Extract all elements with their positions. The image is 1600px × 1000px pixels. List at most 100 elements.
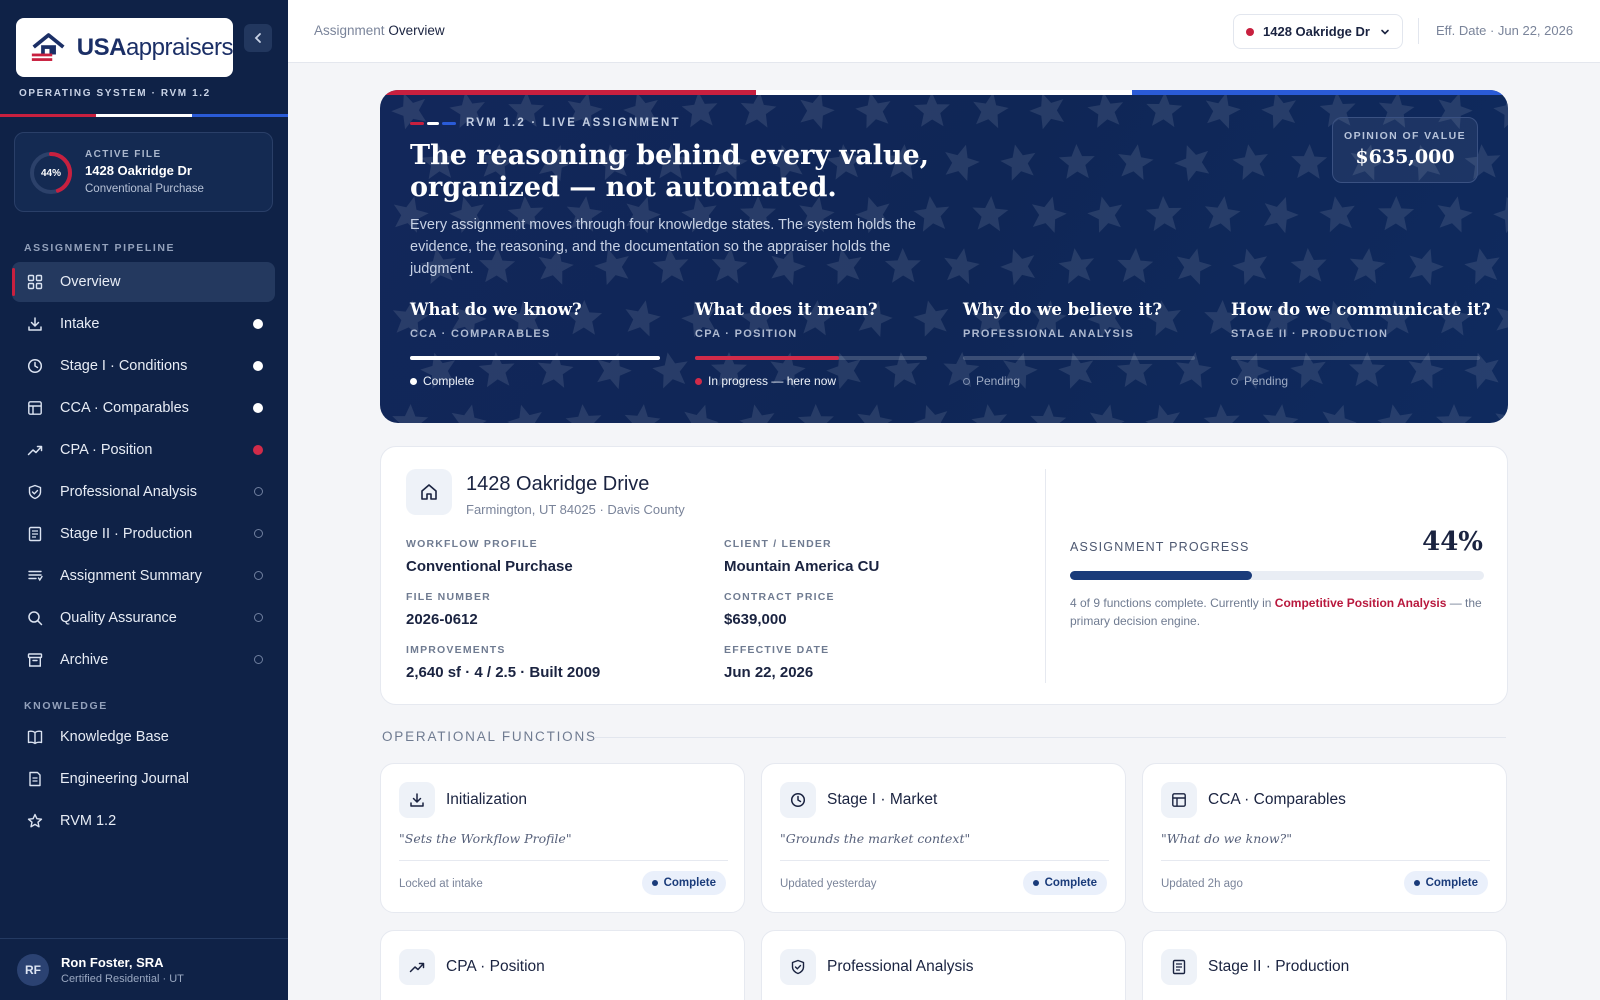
document-icon: [1161, 949, 1197, 985]
function-card-professional-analysis[interactable]: Professional Analysis: [761, 930, 1126, 1000]
active-file-subtitle: Conventional Purchase: [85, 183, 204, 195]
function-card-cca-comparables[interactable]: CCA · Comparables "What do we know?" Upda…: [1142, 763, 1507, 913]
trend-icon: [26, 441, 44, 459]
sidebar-item-label: CPA · Position: [60, 442, 153, 458]
knowledge-stage[interactable]: Why do we believe it? PROFESSIONAL ANALY…: [963, 300, 1195, 388]
property-field: FILE NUMBER 2026-0612: [406, 591, 491, 628]
active-file-eyebrow: ACTIVE FILE: [85, 149, 162, 160]
property-field: CLIENT / LENDER Mountain America CU: [724, 538, 879, 575]
chevron-down-icon: [1381, 29, 1389, 35]
download-icon: [399, 782, 435, 818]
sidebar-item-intake[interactable]: Intake: [12, 304, 275, 344]
stage-status: Pending: [1231, 374, 1480, 388]
divider: [1045, 469, 1046, 683]
status-dot-pending: [254, 613, 263, 622]
stage-subtitle: CPA · POSITION: [695, 328, 798, 340]
property-field: CONTRACT PRICE $639,000: [724, 591, 835, 628]
effective-date: Eff. Date · Jun 22, 2026: [1436, 23, 1574, 38]
sidebar-item-overview[interactable]: Overview: [12, 262, 275, 302]
divider: [594, 737, 1506, 738]
list-icon: [26, 567, 44, 585]
function-card-cpa-position[interactable]: CPA · Position: [380, 930, 745, 1000]
star-icon: [26, 812, 44, 830]
hero-title: The reasoning behind every value, organi…: [410, 140, 930, 203]
opinion-of-value-amount: $635,000: [1355, 146, 1455, 168]
function-meta: Updated 2h ago: [1161, 878, 1243, 890]
shield-icon: [780, 949, 816, 985]
sidebar-item-label: Quality Assurance: [60, 610, 177, 626]
top-bar: Assignment Overview 1428 Oakridge Dr Eff…: [288, 0, 1600, 63]
function-title: Stage I · Market: [827, 791, 938, 808]
function-card-stage-i-market[interactable]: Stage I · Market "Grounds the market cont…: [761, 763, 1126, 913]
function-card-initialization[interactable]: Initialization "Sets the Workflow Profile…: [380, 763, 745, 913]
field-label: CLIENT / LENDER: [724, 538, 832, 550]
breadcrumb-parent[interactable]: Assignment: [314, 23, 385, 38]
user-role: Certified Residential · UT: [61, 973, 184, 985]
journal-icon: [26, 770, 44, 788]
house-flag-logo-icon: [31, 32, 65, 61]
home-icon: [406, 469, 452, 515]
brand-logo[interactable]: USAappraisers: [16, 18, 234, 77]
user-profile[interactable]: RF Ron Foster, SRA Certified Residential…: [0, 938, 288, 1000]
stage-progress-bar: [410, 356, 660, 360]
sidebar-item-label: Archive: [60, 652, 109, 668]
active-file-card[interactable]: 44% ACTIVE FILE 1428 Oakridge Dr Convent…: [14, 132, 273, 212]
assignment-progress-fill: [1070, 571, 1253, 580]
sidebar-item-engineering-journal[interactable]: Engineering Journal: [12, 759, 275, 799]
assignment-progress-label: ASSIGNMENT PROGRESS: [1070, 540, 1250, 554]
sidebar-item-quality-assurance[interactable]: Quality Assurance: [12, 598, 275, 638]
status-dot-active: [253, 445, 263, 455]
knowledge-stage[interactable]: How do we communicate it? STAGE II · PRO…: [1231, 300, 1491, 388]
sidebar-item-assignment-summary[interactable]: Assignment Summary: [12, 556, 275, 596]
sidebar-item-rvm-1-2[interactable]: RVM 1.2: [12, 801, 275, 841]
sidebar-item-label: Stage II · Production: [60, 526, 193, 542]
logo-wordmark: USAappraisers: [76, 33, 234, 61]
status-dot-pending: [254, 655, 263, 664]
table-icon: [1161, 782, 1197, 818]
download-icon: [26, 315, 44, 333]
mini-flag-icon: [410, 121, 456, 125]
status-dot-done: [253, 361, 263, 371]
function-title: CCA · Comparables: [1208, 791, 1346, 808]
field-label: EFFECTIVE DATE: [724, 644, 830, 656]
assignment-progress-bar: [1070, 571, 1484, 580]
field-value: 2,640 sf · 4 / 2.5 · Built 2009: [406, 664, 601, 681]
knowledge-stage[interactable]: What do we know? CCA · COMPARABLES Compl…: [410, 300, 660, 388]
collapse-sidebar-button[interactable]: [244, 24, 272, 52]
sidebar-item-cpa-position[interactable]: CPA · Position: [12, 430, 275, 470]
field-value: 2026-0612: [406, 611, 478, 628]
stage-subtitle: PROFESSIONAL ANALYSIS: [963, 328, 1135, 340]
field-value: Mountain America CU: [724, 558, 880, 575]
sidebar: USAappraisers OPERATING SYSTEM · RVM 1.2…: [0, 0, 288, 1000]
property-field: WORKFLOW PROFILE Conventional Purchase: [406, 538, 573, 575]
sidebar-item-label: Assignment Summary: [60, 568, 202, 584]
function-card-stage-ii-production[interactable]: Stage II · Production: [1142, 930, 1507, 1000]
function-title: CPA · Position: [446, 958, 545, 975]
stage-question: Why do we believe it?: [963, 300, 1163, 319]
sidebar-item-professional-analysis[interactable]: Professional Analysis: [12, 472, 275, 512]
sidebar-item-label: Knowledge Base: [60, 729, 169, 745]
stage-progress-bar: [1231, 356, 1480, 360]
os-version-label: OPERATING SYSTEM · RVM 1.2: [19, 88, 211, 99]
opinion-of-value-box: OPINION OF VALUE $635,000: [1332, 117, 1478, 183]
hero-description: Every assignment moves through four know…: [410, 217, 916, 277]
sidebar-item-label: RVM 1.2: [60, 813, 117, 829]
sidebar-item-knowledge-base[interactable]: Knowledge Base: [12, 717, 275, 757]
field-label: CONTRACT PRICE: [724, 591, 835, 603]
status-badge: Complete: [641, 871, 726, 895]
current-function-link[interactable]: Competitive Position Analysis: [1275, 596, 1447, 610]
function-title: Stage II · Production: [1208, 958, 1350, 975]
sidebar-item-stage-i-conditions[interactable]: Stage I · Conditions: [12, 346, 275, 386]
function-meta: Locked at intake: [399, 878, 483, 890]
knowledge-stage[interactable]: What does it mean? CPA · POSITION In pro…: [695, 300, 927, 388]
divider: [1161, 860, 1490, 861]
sidebar-item-label: CCA · Comparables: [60, 400, 189, 416]
sidebar-item-cca-comparables[interactable]: CCA · Comparables: [12, 388, 275, 428]
file-selector-dropdown[interactable]: 1428 Oakridge Dr: [1233, 14, 1403, 49]
pipeline-heading: ASSIGNMENT PIPELINE: [24, 242, 176, 254]
clock-icon: [26, 357, 44, 375]
sidebar-item-archive[interactable]: Archive: [12, 640, 275, 680]
sidebar-item-stage-ii-production[interactable]: Stage II · Production: [12, 514, 275, 554]
status-dot-pending: [254, 487, 263, 496]
function-quote: "What do we know?": [1161, 831, 1292, 846]
